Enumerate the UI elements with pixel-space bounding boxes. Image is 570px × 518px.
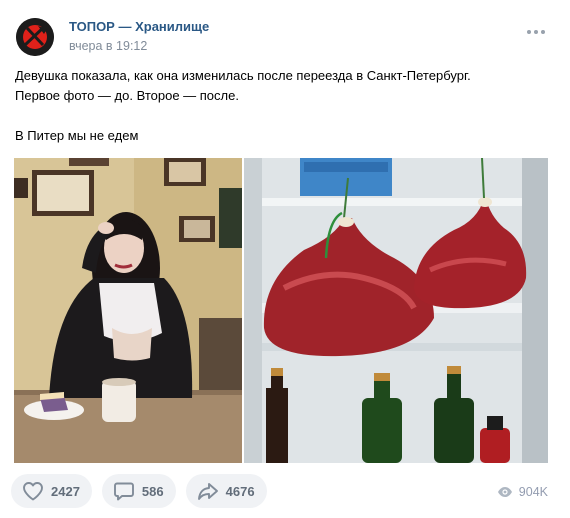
axe-logo-icon	[16, 18, 54, 56]
community-avatar[interactable]	[16, 18, 54, 56]
heart-icon	[23, 482, 43, 501]
eye-icon	[497, 487, 512, 497]
comment-bubble-icon	[113, 482, 134, 501]
post-card: ТОПОР — Хранилище вчера в 19:12 Девушка …	[0, 0, 570, 518]
post-text: Девушка показала, как она изменилась пос…	[15, 66, 555, 146]
comment-button[interactable]: 586	[101, 474, 176, 508]
community-name[interactable]: ТОПОР — Хранилище	[69, 19, 209, 34]
share-count: 4676	[225, 483, 255, 499]
like-count: 2427	[51, 483, 80, 499]
share-arrow-icon	[197, 483, 218, 500]
post-text-line: Первое фото — до. Второе — после.	[15, 88, 239, 103]
like-button[interactable]: 2427	[11, 474, 92, 508]
post-text-line: Девушка показала, как она изменилась пос…	[15, 68, 471, 83]
share-button[interactable]: 4676	[185, 474, 267, 508]
post-photo-2[interactable]	[244, 158, 548, 463]
post-photo-1[interactable]	[14, 158, 242, 463]
post-actions: 2427 586 4676	[11, 474, 267, 510]
comment-count: 586	[141, 483, 164, 499]
post-time[interactable]: вчера в 19:12	[69, 39, 147, 53]
post-text-line: В Питер мы не едем	[15, 128, 139, 143]
more-dots-icon[interactable]	[526, 27, 546, 37]
views-counter: 904K	[497, 484, 548, 500]
views-count: 904K	[518, 485, 548, 499]
